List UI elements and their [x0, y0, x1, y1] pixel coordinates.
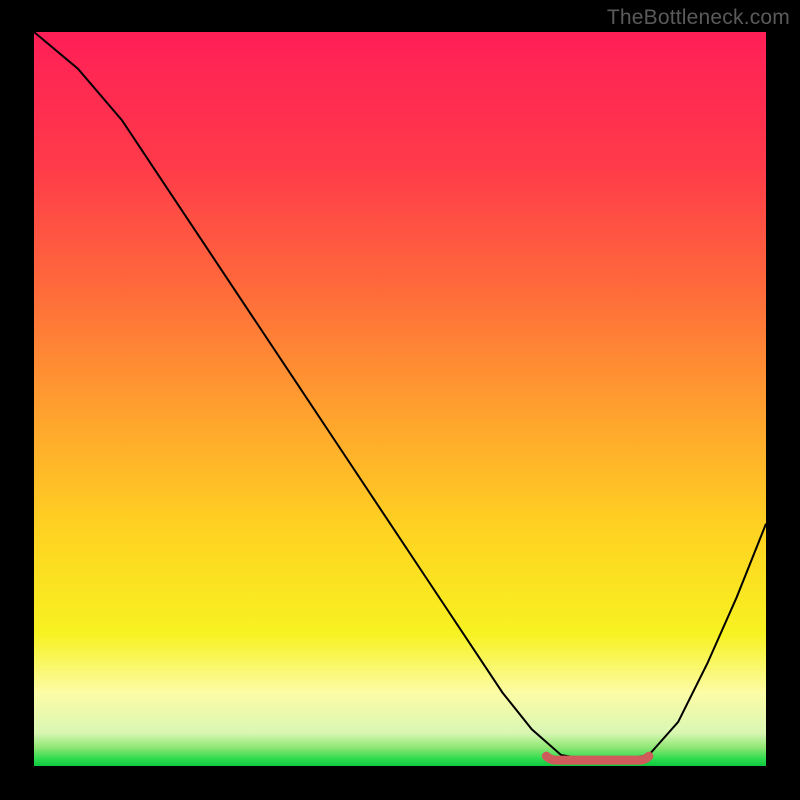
- chart-svg: [34, 32, 766, 766]
- chart-plot-area: [34, 32, 766, 766]
- watermark-text: TheBottleneck.com: [607, 6, 790, 30]
- optimum-range-marker: [546, 756, 648, 760]
- chart-background-gradient: [34, 32, 766, 766]
